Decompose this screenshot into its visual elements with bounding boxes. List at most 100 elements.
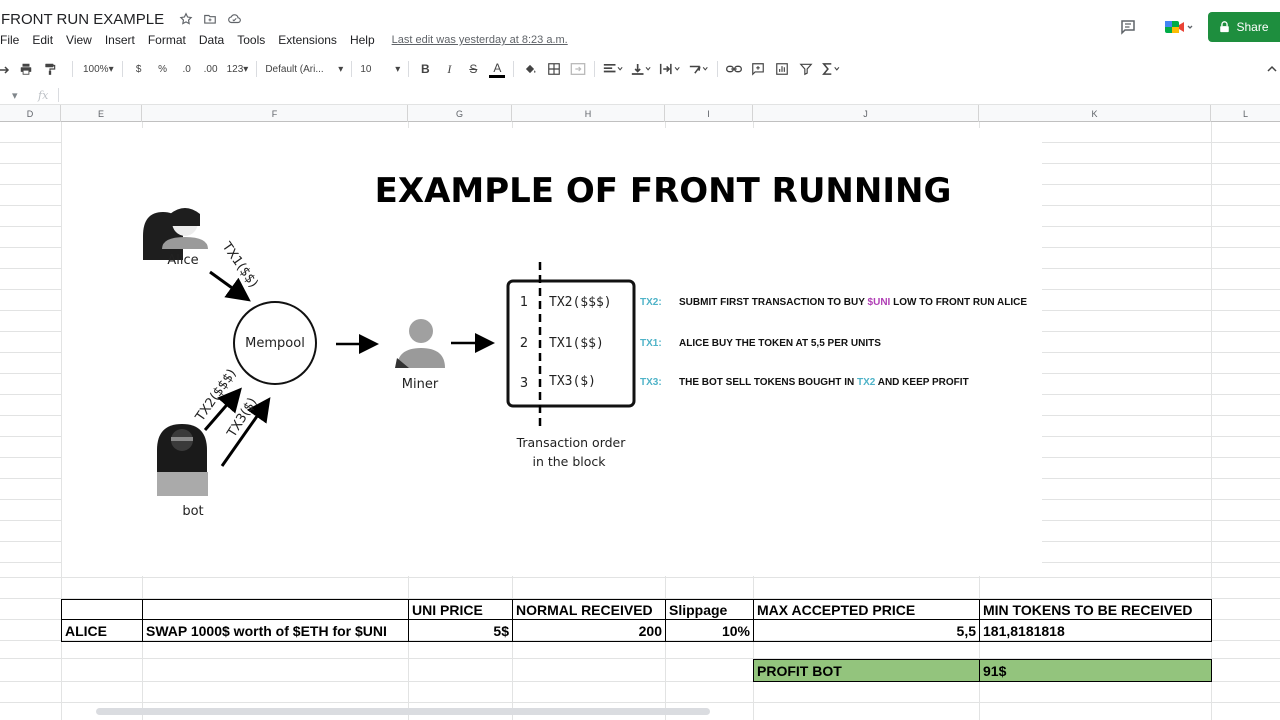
top-right-controls: Share: [1118, 12, 1280, 42]
zoom-value: 100%: [83, 63, 109, 75]
spreadsheet-app: FRONT RUN EXAMPLE File Edit View Insert …: [0, 0, 1280, 720]
redo-icon[interactable]: [0, 59, 10, 79]
menu-file[interactable]: File: [0, 33, 19, 47]
menu-view[interactable]: View: [66, 33, 92, 47]
percent-button[interactable]: %: [155, 59, 171, 79]
menu-extensions[interactable]: Extensions: [278, 33, 337, 47]
horizontal-scrollbar[interactable]: [96, 708, 710, 715]
currency-button[interactable]: $: [131, 59, 147, 79]
infographic-title: EXAMPLE OF FRONT RUNNING: [375, 171, 952, 211]
separator: [513, 61, 515, 77]
separator: [256, 61, 258, 77]
block-row-3: 3 TX3($): [520, 374, 596, 391]
text-color-button[interactable]: A: [489, 61, 506, 78]
note-tx3-tag: TX3:: [640, 377, 662, 388]
note-tx3-text: THE BOT SELL TOKENS BOUGHT IN TX2 AND KE…: [679, 377, 969, 388]
share-button[interactable]: Share: [1208, 12, 1280, 42]
menu-data[interactable]: Data: [199, 33, 224, 47]
cell-slippage[interactable]: 10%: [665, 620, 753, 642]
formula-divider: [58, 88, 59, 102]
merge-cells-icon[interactable]: [570, 59, 586, 79]
header-cell-empty-e[interactable]: [61, 599, 142, 620]
text-wrapping-icon[interactable]: [659, 59, 681, 79]
column-header-g[interactable]: G: [408, 105, 512, 122]
column-header-k[interactable]: K: [979, 105, 1211, 122]
separator: [121, 61, 123, 77]
last-edit-link[interactable]: Last edit was yesterday at 8:23 a.m.: [392, 34, 568, 46]
meet-icon[interactable]: [1164, 17, 1194, 37]
document-title[interactable]: FRONT RUN EXAMPLE: [0, 11, 164, 28]
paint-format-icon[interactable]: [42, 59, 58, 79]
zoom-select[interactable]: 100% ▾: [83, 59, 114, 79]
insert-link-icon[interactable]: [726, 59, 743, 79]
cloud-status-icon[interactable]: [226, 11, 242, 27]
column-header-f[interactable]: F: [142, 105, 408, 122]
collapse-toolbar-icon[interactable]: [1264, 59, 1280, 79]
note-tx2-tag: TX2:: [640, 297, 662, 308]
header-uni-price[interactable]: UNI PRICE: [408, 599, 512, 620]
svg-text:2: 2: [520, 336, 528, 351]
fx-label: fx: [38, 88, 49, 102]
column-header-e[interactable]: E: [61, 105, 142, 122]
toolbar: 100% ▾ $ % .0 .00 123 ▾ Default (Ari... ▾ 1…: [0, 58, 1280, 80]
header-slippage[interactable]: Slippage: [665, 599, 753, 620]
block-caption-line1: Transaction order: [516, 435, 627, 450]
column-headers: D E F G H I J K L: [0, 104, 1280, 122]
insert-chart-icon[interactable]: [774, 59, 790, 79]
bot-label: bot: [182, 504, 203, 519]
miner-avatar-icon: [395, 319, 445, 368]
print-icon[interactable]: [18, 59, 34, 79]
borders-icon[interactable]: [546, 59, 562, 79]
note-tx1-tag: TX1:: [640, 338, 662, 349]
fill-color-icon[interactable]: [522, 59, 538, 79]
cell-max-accepted-price[interactable]: 5,5: [753, 620, 979, 642]
italic-button[interactable]: I: [441, 59, 457, 79]
number-format-select[interactable]: 123 ▾: [227, 59, 249, 79]
header-min-tokens[interactable]: MIN TOKENS TO BE RECEIVED: [979, 599, 1212, 620]
font-select[interactable]: Default (Ari... ▾: [265, 59, 343, 79]
block-row-2: 2 TX1($$): [520, 336, 604, 351]
filter-icon[interactable]: [798, 59, 814, 79]
font-size-select[interactable]: 10 ▾: [360, 59, 400, 79]
font-label: Default (Ari...: [265, 63, 324, 75]
menu-bar: File Edit View Insert Format Data Tools …: [0, 31, 568, 49]
header-cell-empty-f[interactable]: [142, 599, 408, 620]
insert-comment-icon[interactable]: [750, 59, 766, 79]
star-icon[interactable]: [178, 11, 194, 27]
move-folder-icon[interactable]: [202, 11, 218, 27]
increase-decimal-button[interactable]: .00: [203, 59, 219, 79]
cell-profit-bot-value[interactable]: 91$: [979, 659, 1212, 682]
menu-format[interactable]: Format: [148, 33, 186, 47]
menu-edit[interactable]: Edit: [32, 33, 53, 47]
menu-insert[interactable]: Insert: [105, 33, 135, 47]
svg-text:TX2($$$): TX2($$$): [549, 295, 612, 310]
vertical-align-icon[interactable]: [631, 59, 651, 79]
text-rotation-icon[interactable]: [689, 59, 709, 79]
cell-normal-received[interactable]: 200: [512, 620, 665, 642]
column-header-l[interactable]: L: [1211, 105, 1280, 122]
column-header-h[interactable]: H: [512, 105, 665, 122]
cell-swap-description[interactable]: SWAP 1000$ worth of $ETH for $UNI: [142, 620, 408, 642]
cell-alice[interactable]: ALICE: [61, 620, 142, 642]
functions-icon[interactable]: [822, 59, 844, 79]
bold-button[interactable]: B: [417, 59, 433, 79]
cell-min-tokens[interactable]: 181,8181818: [979, 620, 1212, 642]
comment-history-icon[interactable]: [1118, 17, 1138, 37]
menu-tools[interactable]: Tools: [237, 33, 265, 47]
strikethrough-button[interactable]: S: [465, 59, 481, 79]
cell-profit-bot-label[interactable]: PROFIT BOT: [753, 659, 979, 682]
block-row-1: 1 TX2($$$): [520, 295, 612, 310]
menu-help[interactable]: Help: [350, 33, 375, 47]
miner-label: Miner: [402, 377, 439, 392]
front-running-infographic[interactable]: EXAMPLE OF FRONT RUNNING Alice TX1($$) M…: [62, 128, 1042, 576]
header-normal-received[interactable]: NORMAL RECEIVED: [512, 599, 665, 620]
cell-uni-price[interactable]: 5$: [408, 620, 512, 642]
header-max-accepted-price[interactable]: MAX ACCEPTED PRICE: [753, 599, 979, 620]
horizontal-align-icon[interactable]: [603, 59, 623, 79]
column-header-j[interactable]: J: [753, 105, 979, 122]
svg-text:TX1($$): TX1($$): [549, 336, 604, 351]
column-header-d[interactable]: D: [0, 105, 61, 122]
decrease-decimal-button[interactable]: .0: [179, 59, 195, 79]
column-header-i[interactable]: I: [665, 105, 753, 122]
name-box-dropdown-icon[interactable]: ▾: [12, 89, 18, 102]
